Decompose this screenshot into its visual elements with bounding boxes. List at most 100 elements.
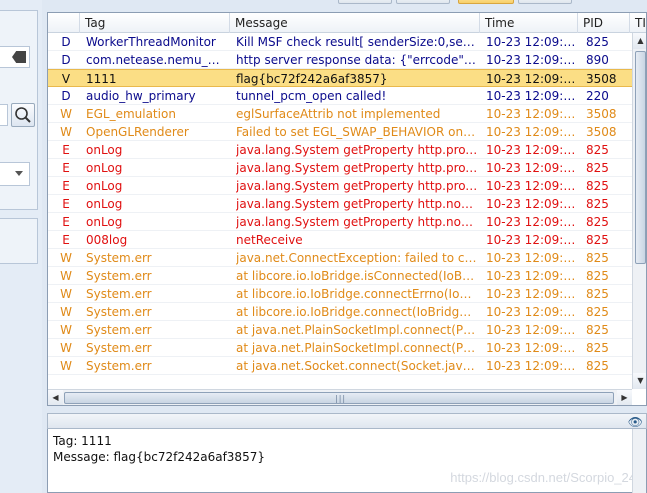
message-cell: at java.net.PlainSocketImpl.connect(Plai… [236, 341, 478, 355]
message-cell: java.lang.System getProperty http.prox… [236, 161, 478, 175]
table-row[interactable]: W EGL_emulation eglSurfaceAttrib not imple… [48, 105, 632, 123]
level-cell: W [60, 269, 72, 283]
pid-cell: 825 [586, 251, 609, 265]
message-cell: http server response data: {"errcode":0… [236, 53, 478, 67]
message-detail-panel[interactable]: Tag: 1111 Message: flag{bc72f242a6af3857… [47, 429, 647, 493]
tag-cell: WorkerThreadMonitor [86, 35, 216, 49]
tag-cell: onLog [86, 179, 123, 193]
pid-cell: 220 [586, 89, 609, 103]
clear-icon[interactable] [12, 51, 26, 63]
time-cell: 10-23 12:09:2… [486, 125, 580, 139]
tag-cell: onLog [86, 161, 123, 175]
message-cell: at java.net.Socket.connect(Socket.java:8… [236, 359, 478, 373]
horizontal-scroll-thumb[interactable]: ||| [64, 392, 614, 404]
table-row[interactable]: EonLog java.lang.System getProperty http.… [48, 177, 632, 195]
detail-toolbar: 👁 [47, 413, 647, 429]
horizontal-scrollbar[interactable]: ◀ ||| ▶ [48, 389, 632, 405]
pid-cell: 825 [586, 35, 609, 49]
level-cell: E [62, 197, 70, 211]
time-cell: 10-23 12:09:2… [486, 215, 580, 229]
search-text-input[interactable] [0, 104, 8, 126]
tag-cell: System.err [86, 269, 152, 283]
filter-panel [0, 0, 42, 493]
message-cell: Failed to set EGL_SWAP_BEHAVIOR on … [236, 125, 478, 139]
table-row[interactable]: W System.err at java.net.PlainSocketImpl.c… [48, 339, 632, 357]
time-cell: 10-23 12:09:2… [486, 269, 580, 283]
table-row[interactable]: EonLog java.lang.System getProperty http.… [48, 213, 632, 231]
column-header-time[interactable]: Time [480, 13, 578, 33]
time-cell: 10-23 12:09:2… [486, 107, 580, 121]
time-cell: 10-23 12:09:2… [486, 359, 580, 373]
column-header-message[interactable]: Message [230, 13, 480, 33]
column-header-level[interactable] [48, 13, 80, 33]
table-row[interactable]: W OpenGLRenderer Failed to set EGL_SWAP_BE… [48, 123, 632, 141]
table-row[interactable]: W System.err at java.net.PlainSocketImpl.c… [48, 321, 632, 339]
search-button[interactable] [11, 103, 35, 127]
level-cell: E [62, 143, 70, 157]
table-row[interactable]: EonLog java.lang.System getProperty http.… [48, 195, 632, 213]
level-cell: D [61, 53, 71, 67]
toolbar-button-3[interactable] [518, 0, 572, 4]
table-row[interactable]: W System.err at java.net.Socket.connect(So… [48, 357, 632, 375]
column-header-pid[interactable]: PID [578, 13, 630, 33]
tag-cell: com.netease.nemu_va… [86, 53, 226, 67]
eye-icon[interactable]: 👁 [628, 415, 643, 429]
level-cell: E [62, 233, 70, 247]
table-row[interactable]: W System.err java.net.ConnectException: fa… [48, 249, 632, 267]
pid-cell: 825 [586, 233, 609, 247]
scroll-down-button[interactable]: ▼ [633, 373, 646, 389]
time-cell: 10-23 12:09:2… [486, 323, 580, 337]
vertical-scrollbar[interactable]: ▲ ▼ [632, 33, 646, 389]
detail-scrollbar[interactable] [632, 429, 646, 493]
level-select[interactable] [0, 162, 30, 186]
toolbar-button-1[interactable] [338, 0, 392, 4]
time-cell: 10-23 12:09:2… [486, 143, 580, 157]
toolbar-button-2[interactable] [396, 0, 450, 4]
table-row[interactable]: W System.err at libcore.io.IoBridge.isConn… [48, 267, 632, 285]
toolbar-button-active[interactable] [458, 0, 514, 4]
scroll-left-button[interactable]: ◀ [48, 390, 63, 405]
message-cell: java.net.ConnectException: failed to co… [236, 251, 478, 265]
pid-cell: 825 [586, 161, 609, 175]
filter-text-input[interactable] [0, 46, 30, 68]
table-row[interactable]: EonLog java.lang.System getProperty http.… [48, 159, 632, 177]
pid-cell: 825 [586, 305, 609, 319]
level-cell: W [60, 107, 72, 121]
detail-tag: Tag: 1111 [53, 434, 112, 448]
message-cell: at libcore.io.IoBridge.isConnected(IoBri… [236, 269, 478, 283]
tag-cell: System.err [86, 323, 152, 337]
tag-cell: 008log [86, 233, 128, 247]
time-cell: 10-23 12:09:2… [486, 287, 580, 301]
message-cell: java.lang.System getProperty http.prox… [236, 143, 478, 157]
table-row[interactable]: W System.err at libcore.io.IoBridge.connec… [48, 303, 632, 321]
table-row[interactable]: E 008log netReceive 10-23 12:09:2… 825 [48, 231, 632, 249]
table-row[interactable]: EonLog java.lang.System getProperty http.… [48, 141, 632, 159]
time-cell: 10-23 12:09:2… [486, 179, 580, 193]
table-row[interactable]: W System.err at libcore.io.IoBridge.connec… [48, 285, 632, 303]
pid-cell: 825 [586, 287, 609, 301]
message-cell: tunnel_pcm_open called! [236, 89, 387, 103]
vertical-scroll-thumb[interactable] [635, 51, 646, 264]
level-cell: W [60, 323, 72, 337]
log-table[interactable]: Tag Message Time PID TI D WorkerThreadMon… [47, 12, 647, 406]
scroll-grip-icon: ||| [335, 394, 347, 403]
column-header-tid[interactable]: TI [630, 13, 646, 33]
level-cell: W [60, 125, 72, 139]
table-row-selected[interactable]: V 1111 flag{bc72f242a6af3857} 10-23 12:09:2… [48, 69, 632, 87]
scroll-right-button[interactable]: ▶ [617, 390, 632, 405]
pid-cell: 825 [586, 197, 609, 211]
time-cell: 10-23 12:09:2… [486, 53, 580, 67]
scroll-up-button[interactable]: ▲ [633, 33, 646, 49]
table-header: Tag Message Time PID TI [48, 13, 646, 33]
table-row[interactable]: Daudio_hw_primary tunnel_pcm_open called!… [48, 87, 632, 105]
column-header-tag[interactable]: Tag [80, 13, 230, 33]
time-cell: 10-23 12:09:2… [486, 251, 580, 265]
message-cell: java.lang.System getProperty http.prox… [236, 179, 478, 193]
time-cell: 10-23 12:09:2… [486, 233, 580, 247]
table-row[interactable]: D WorkerThreadMonitor Kill MSF check resul… [48, 33, 632, 51]
tag-cell: OpenGLRenderer [86, 125, 189, 139]
table-row[interactable]: Dcom.netease.nemu_va… http server respons… [48, 51, 632, 69]
watermark: https://blog.csdn.net/Scorpio_24 [450, 470, 636, 485]
detail-message: Message: flag{bc72f242a6af3857} [53, 450, 265, 464]
pid-cell: 3508 [586, 72, 617, 86]
